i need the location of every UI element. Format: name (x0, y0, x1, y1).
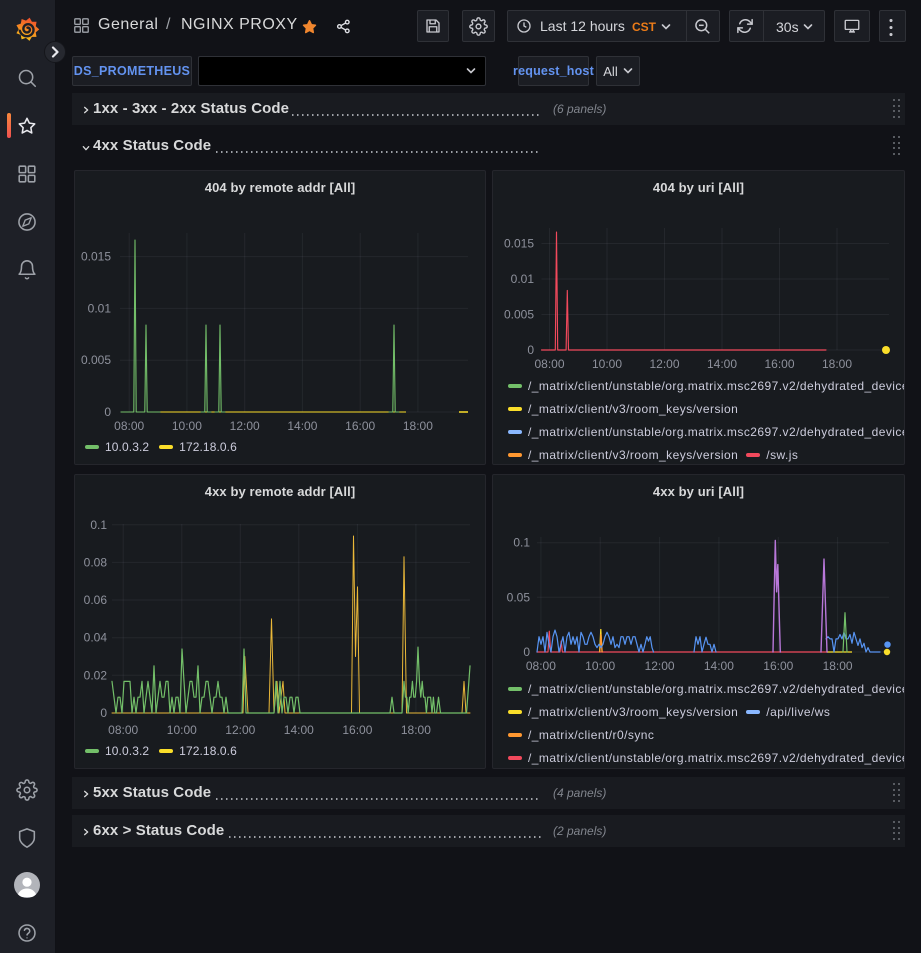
svg-text:0: 0 (104, 405, 111, 419)
svg-text:08:00: 08:00 (108, 723, 138, 737)
svg-text:08:00: 08:00 (526, 659, 556, 673)
svg-text:12:00: 12:00 (225, 723, 255, 737)
svg-text:0: 0 (523, 645, 530, 659)
svg-text:0.005: 0.005 (504, 308, 534, 322)
svg-text:0.04: 0.04 (84, 631, 108, 645)
svg-text:08:00: 08:00 (114, 419, 144, 433)
svg-text:10:00: 10:00 (172, 419, 202, 433)
svg-text:18:00: 18:00 (823, 659, 853, 673)
svg-text:14:00: 14:00 (704, 659, 734, 673)
svg-text:12:00: 12:00 (649, 357, 679, 371)
svg-text:08:00: 08:00 (534, 357, 564, 371)
svg-text:0.1: 0.1 (513, 536, 530, 550)
svg-text:0.015: 0.015 (81, 250, 111, 264)
svg-text:10:00: 10:00 (167, 723, 197, 737)
svg-text:0.005: 0.005 (81, 353, 111, 367)
svg-text:0.01: 0.01 (88, 301, 112, 315)
svg-text:12:00: 12:00 (645, 659, 675, 673)
svg-text:0: 0 (527, 343, 534, 357)
svg-text:14:00: 14:00 (287, 419, 317, 433)
svg-text:0.01: 0.01 (511, 272, 535, 286)
svg-text:10:00: 10:00 (585, 659, 615, 673)
svg-text:16:00: 16:00 (764, 357, 794, 371)
svg-text:0.08: 0.08 (84, 555, 108, 569)
svg-text:0: 0 (100, 706, 107, 720)
svg-text:16:00: 16:00 (342, 723, 372, 737)
svg-text:18:00: 18:00 (403, 419, 433, 433)
svg-text:0.1: 0.1 (90, 518, 107, 532)
svg-text:12:00: 12:00 (230, 419, 260, 433)
svg-text:10:00: 10:00 (592, 357, 622, 371)
svg-text:16:00: 16:00 (763, 659, 793, 673)
svg-text:18:00: 18:00 (401, 723, 431, 737)
svg-text:0.06: 0.06 (84, 593, 108, 607)
svg-text:0.015: 0.015 (504, 237, 534, 251)
svg-text:0.05: 0.05 (507, 590, 531, 604)
svg-text:14:00: 14:00 (284, 723, 314, 737)
svg-text:0.02: 0.02 (84, 668, 108, 682)
svg-text:18:00: 18:00 (822, 357, 852, 371)
svg-text:14:00: 14:00 (707, 357, 737, 371)
svg-text:16:00: 16:00 (345, 419, 375, 433)
